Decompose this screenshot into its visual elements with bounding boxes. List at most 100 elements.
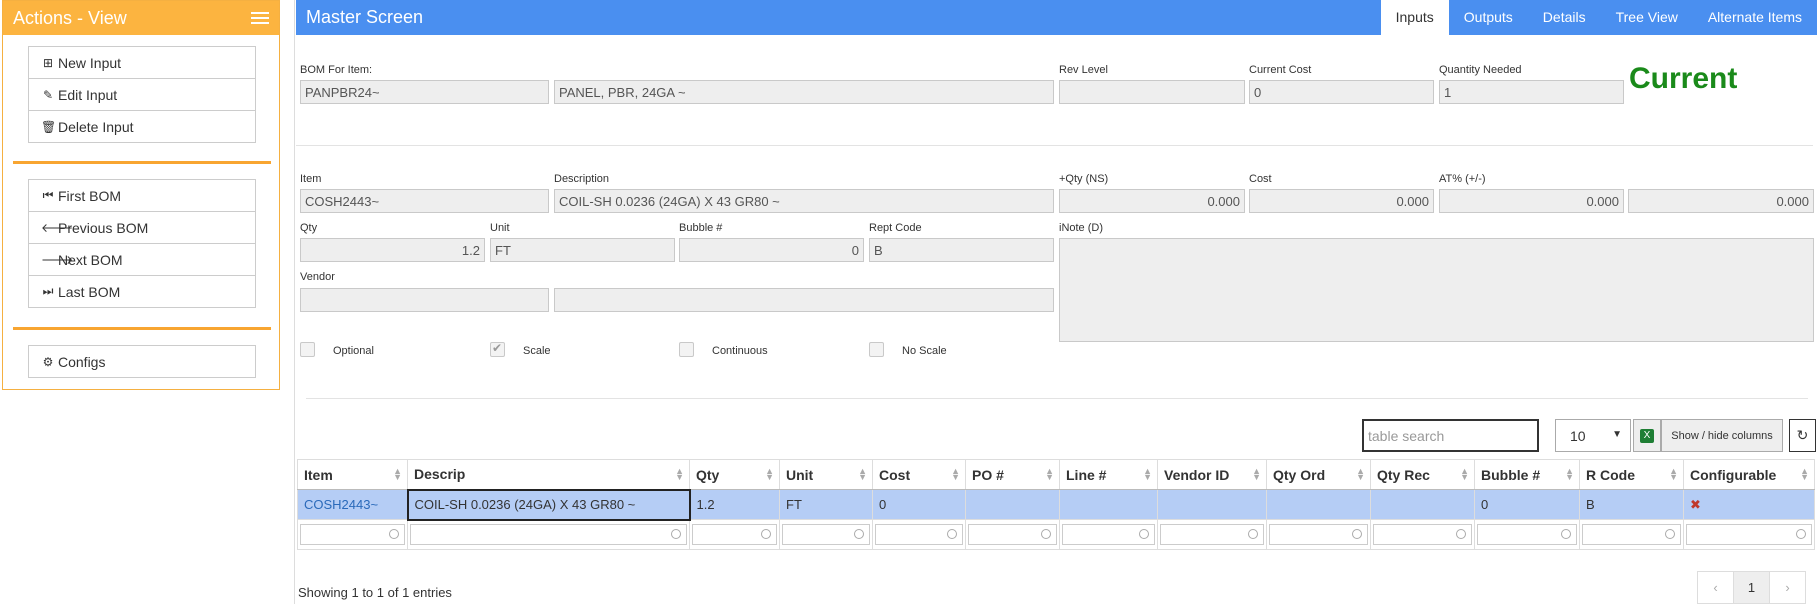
rev-level-field[interactable] bbox=[1059, 80, 1245, 104]
tab-outputs[interactable]: Outputs bbox=[1449, 0, 1528, 35]
column-header[interactable]: Item ▲ ▼ bbox=[297, 459, 408, 490]
column-filter-input[interactable] bbox=[782, 524, 870, 545]
column-header[interactable]: Bubble # ▲ ▼ bbox=[1474, 459, 1580, 490]
tab-details[interactable]: Details bbox=[1528, 0, 1601, 35]
no-scale-checkbox[interactable] bbox=[869, 342, 884, 357]
column-header[interactable]: Qty Ord ▲ ▼ bbox=[1266, 459, 1371, 490]
inote-textarea[interactable] bbox=[1059, 238, 1814, 342]
hamburger-menu-icon[interactable] bbox=[251, 12, 269, 25]
column-filter-input[interactable] bbox=[875, 524, 963, 545]
column-header[interactable]: Descrip ▲ ▼ bbox=[407, 459, 690, 490]
sort-icon: ▲ ▼ bbox=[675, 466, 684, 482]
rept-code-field[interactable]: B bbox=[869, 238, 1054, 262]
column-filter-input[interactable] bbox=[1582, 524, 1681, 545]
vendor-label: Vendor bbox=[300, 271, 335, 283]
page-size-select[interactable]: 10 ▼ bbox=[1555, 419, 1631, 452]
column-header[interactable]: Vendor ID ▲ ▼ bbox=[1157, 459, 1267, 490]
current-cost-field[interactable]: 0 bbox=[1249, 80, 1434, 104]
optional-checkbox[interactable] bbox=[300, 342, 315, 357]
tab-tree-view[interactable]: Tree View bbox=[1601, 0, 1693, 35]
cost-field[interactable]: 0.000 bbox=[1249, 189, 1434, 213]
table-cell[interactable]: 0 bbox=[872, 489, 966, 520]
sort-icon: ▲ ▼ bbox=[1143, 466, 1152, 482]
sort-icon: ▲ ▼ bbox=[951, 466, 960, 482]
step-backward-icon: ⏮ bbox=[42, 188, 54, 202]
edit-input-button[interactable]: ✎ Edit Input bbox=[28, 78, 256, 111]
column-header[interactable]: PO # ▲ ▼ bbox=[965, 459, 1060, 490]
previous-page-button[interactable]: ‹ bbox=[1697, 571, 1734, 604]
next-page-button[interactable]: › bbox=[1769, 571, 1806, 604]
column-header[interactable]: Line # ▲ ▼ bbox=[1059, 459, 1158, 490]
column-header[interactable]: Qty ▲ ▼ bbox=[689, 459, 780, 490]
column-header[interactable]: Qty Rec ▲ ▼ bbox=[1370, 459, 1475, 490]
table-cell[interactable]: FT bbox=[779, 489, 873, 520]
trash-icon: 🗑 bbox=[41, 119, 57, 134]
first-bom-button[interactable]: ⏮ First BOM bbox=[28, 179, 256, 212]
description-field[interactable]: COIL-SH 0.0236 (24GA) X 43 GR80 ~ bbox=[554, 189, 1054, 213]
column-filter-input[interactable] bbox=[410, 524, 687, 546]
table-search-input[interactable]: table search bbox=[1362, 419, 1539, 452]
refresh-button[interactable]: ↻ bbox=[1789, 419, 1816, 452]
column-filter-input[interactable] bbox=[1477, 524, 1577, 545]
tab-inputs[interactable]: Inputs bbox=[1380, 0, 1449, 35]
table-cell[interactable] bbox=[1157, 489, 1267, 520]
configs-button[interactable]: ⚙ Configs bbox=[28, 345, 256, 378]
table-cell[interactable]: ✖ bbox=[1683, 489, 1815, 520]
previous-bom-button[interactable]: 🡐 Previous BOM bbox=[28, 211, 256, 244]
delete-input-button[interactable]: 🗑 Delete Input bbox=[28, 110, 256, 143]
tab-alternate-items[interactable]: Alternate Items bbox=[1693, 0, 1817, 35]
item-field[interactable]: COSH2443~ bbox=[300, 189, 549, 213]
table-cell[interactable]: COSH2443~ bbox=[297, 489, 408, 520]
continuous-checkbox[interactable] bbox=[679, 342, 694, 357]
sort-icon: ▲ ▼ bbox=[1356, 466, 1365, 482]
last-bom-button[interactable]: ⏭ Last BOM bbox=[28, 275, 256, 308]
column-filter-input[interactable] bbox=[968, 524, 1057, 545]
item-link[interactable]: COSH2443~ bbox=[304, 497, 378, 512]
page-1-button[interactable]: 1 bbox=[1733, 571, 1770, 604]
column-filter-input[interactable] bbox=[300, 524, 405, 545]
table-cell[interactable] bbox=[1266, 489, 1371, 520]
column-header[interactable]: Configurable ▲ ▼ bbox=[1683, 459, 1815, 490]
qty-ns-field[interactable]: 0.000 bbox=[1059, 189, 1245, 213]
next-bom-button[interactable]: 🡒 Next BOM bbox=[28, 243, 256, 276]
column-filter-input[interactable] bbox=[1160, 524, 1264, 545]
refresh-icon: ↻ bbox=[1796, 427, 1809, 443]
excel-icon: X bbox=[1640, 428, 1654, 443]
bom-description-field[interactable]: PANEL, PBR, 24GA ~ bbox=[554, 80, 1054, 104]
unit-field[interactable]: FT bbox=[490, 238, 675, 262]
bubble-field[interactable]: 0 bbox=[679, 238, 864, 262]
column-filter-input[interactable] bbox=[1373, 524, 1472, 545]
table-cell[interactable]: COIL-SH 0.0236 (24GA) X 43 GR80 ~ bbox=[406, 488, 691, 521]
table-cell[interactable] bbox=[965, 489, 1060, 520]
excel-export-button[interactable]: X bbox=[1633, 419, 1661, 452]
table-cell[interactable]: 1.2 bbox=[689, 489, 780, 520]
x-icon: ✖ bbox=[1690, 496, 1701, 512]
at-percent-field[interactable]: 0.000 bbox=[1439, 189, 1624, 213]
column-filter-input[interactable] bbox=[1062, 524, 1155, 545]
bom-item-field[interactable]: PANPBR24~ bbox=[300, 80, 549, 104]
vendor-name-field[interactable] bbox=[554, 288, 1054, 312]
divider bbox=[296, 145, 1813, 146]
table-row[interactable]: COSH2443~ COIL-SH 0.0236 (24GA) X 43 GR8… bbox=[297, 488, 1815, 521]
show-hide-columns-button[interactable]: Show / hide columns bbox=[1661, 419, 1783, 452]
column-header[interactable]: Unit ▲ ▼ bbox=[779, 459, 873, 490]
new-input-button[interactable]: ⊞ New Input bbox=[28, 46, 256, 79]
sort-icon: ▲ ▼ bbox=[858, 466, 867, 482]
column-filter-input[interactable] bbox=[1269, 524, 1368, 545]
quantity-needed-field[interactable]: 1 bbox=[1439, 80, 1624, 104]
table-cell[interactable] bbox=[1370, 489, 1475, 520]
table-cell[interactable]: B bbox=[1579, 489, 1684, 520]
table-cell[interactable] bbox=[1059, 489, 1158, 520]
at-percent-field-2[interactable]: 0.000 bbox=[1628, 189, 1814, 213]
table-cell[interactable]: 0 bbox=[1474, 489, 1580, 520]
inputs-table: Item ▲ ▼ Descrip ▲ ▼ Qty ▲ ▼ Unit ▲ ▼ Cost ▲ ▼ PO … bbox=[297, 459, 1815, 550]
rept-code-label: Rept Code bbox=[869, 222, 922, 234]
vendor-field[interactable] bbox=[300, 288, 549, 312]
scale-checkbox[interactable] bbox=[490, 341, 505, 357]
qty-field[interactable]: 1.2 bbox=[300, 238, 485, 262]
qty-ns-label: +Qty (NS) bbox=[1059, 173, 1109, 185]
column-filter-input[interactable] bbox=[1686, 524, 1812, 545]
column-header[interactable]: R Code ▲ ▼ bbox=[1579, 459, 1684, 490]
column-filter-input[interactable] bbox=[692, 524, 777, 545]
column-header[interactable]: Cost ▲ ▼ bbox=[872, 459, 966, 490]
